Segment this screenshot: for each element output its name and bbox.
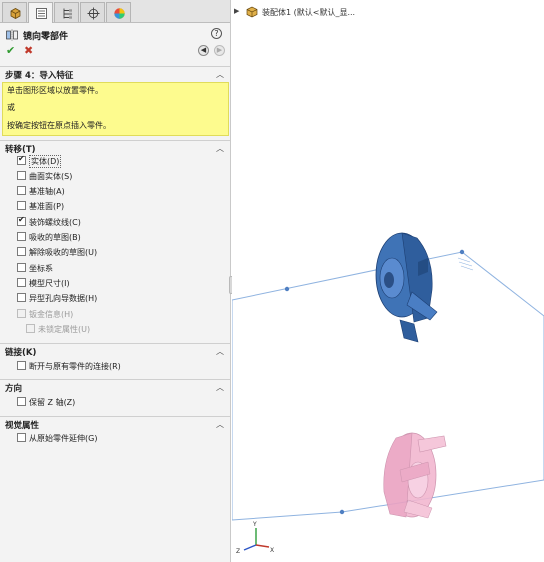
property-manager: 镜向零部件 ? ✔ ✖ ◀ ▶ 步骤 4：导入特征 ︿ 单击图形区域以放置零件。… xyxy=(0,0,231,562)
collapse-chevron-icon[interactable]: ︿ xyxy=(216,346,224,357)
visual-header-label: 视觉属性 xyxy=(5,421,40,431)
checkbox xyxy=(26,324,35,333)
checkbox[interactable] xyxy=(17,201,26,210)
model-viewport[interactable]: Y Z X xyxy=(232,0,544,562)
visual-section-header[interactable]: 视觉属性 ︿ xyxy=(0,416,230,431)
plane-handle[interactable] xyxy=(339,509,345,515)
option-label: 实体(D) xyxy=(29,155,62,168)
tab-feature-manager[interactable] xyxy=(2,2,27,22)
triad-y-label: Y xyxy=(252,521,257,528)
tab-dimxpert-manager[interactable] xyxy=(80,2,105,22)
checkbox[interactable] xyxy=(17,397,26,406)
link-section-header[interactable]: 链接(K) ︿ xyxy=(0,343,230,358)
manager-tabs xyxy=(0,0,230,23)
option-label: 吸收的草图(B) xyxy=(29,233,81,242)
checkbox[interactable] xyxy=(17,232,26,241)
option-label: 模型尺寸(I) xyxy=(29,279,70,288)
tab-configuration-manager[interactable] xyxy=(54,2,79,22)
checkbox[interactable] xyxy=(17,433,26,442)
collapse-chevron-icon[interactable]: ︿ xyxy=(216,382,224,393)
step4-header-label: 步骤 4：导入特征 xyxy=(5,71,74,81)
next-button[interactable]: ▶ xyxy=(214,45,225,56)
property-manager-title: 镜向零部件 xyxy=(6,28,226,42)
feature-tree-icon xyxy=(10,8,21,19)
option-label: 保留 Z 轴(Z) xyxy=(29,398,76,407)
option-label: 基准轴(A) xyxy=(29,187,65,196)
option-label: 解除吸收的草图(U) xyxy=(29,248,98,257)
step-message-box: 单击图形区域以放置零件。 或 按确定按钮在原点插入零件。 xyxy=(2,82,229,136)
collapse-chevron-icon[interactable]: ︿ xyxy=(216,69,224,80)
checkbox[interactable] xyxy=(17,171,26,180)
link-header-label: 链接(K) xyxy=(5,348,37,358)
help-icon[interactable]: ? xyxy=(211,28,222,39)
checkbox[interactable] xyxy=(17,186,26,195)
checkbox[interactable] xyxy=(17,154,26,165)
message-line-1: 单击图形区域以放置零件。 xyxy=(7,86,103,95)
option-label: 断开与原有零件的连接(R) xyxy=(29,362,121,371)
plane-handle[interactable] xyxy=(459,249,465,255)
coordinate-triad[interactable]: Y Z X xyxy=(236,521,274,555)
checkbox xyxy=(17,309,26,318)
checkbox[interactable] xyxy=(17,215,26,226)
graphics-area[interactable]: ▶ 装配体1 (默认<默认_显... Y Z X xyxy=(232,0,544,562)
collapse-chevron-icon[interactable]: ︿ xyxy=(216,143,224,154)
appearance-icon xyxy=(114,8,125,19)
option-label: 未锁定属性(U) xyxy=(38,325,91,334)
crosshair-icon xyxy=(87,7,100,20)
triad-x-label: X xyxy=(270,547,274,554)
option-label: 异型孔向导数据(H) xyxy=(29,294,98,303)
direction-header-label: 方向 xyxy=(5,384,23,394)
message-line-2: 或 xyxy=(7,103,15,112)
plane-handles[interactable] xyxy=(284,249,465,515)
ok-button[interactable]: ✔ xyxy=(6,44,15,57)
tab-property-manager[interactable] xyxy=(28,2,53,23)
back-button[interactable]: ◀ xyxy=(198,45,209,56)
title-label: 镜向零部件 xyxy=(23,32,69,42)
checkbox[interactable] xyxy=(17,247,26,256)
checkbox[interactable] xyxy=(17,278,26,287)
transfer-section-header[interactable]: 转移(T) ︿ xyxy=(0,140,230,155)
mirror-preview-component[interactable] xyxy=(383,432,447,519)
option-label: 装饰螺纹线(C) xyxy=(29,218,81,227)
tab-display-manager[interactable] xyxy=(106,2,131,22)
cancel-button[interactable]: ✖ xyxy=(24,44,33,57)
triad-z-label: Z xyxy=(236,548,240,555)
option-label: 坐标系 xyxy=(29,264,53,273)
mirror-component-icon xyxy=(6,29,18,41)
checkbox[interactable] xyxy=(17,263,26,272)
option-label: 曲面实体(S) xyxy=(29,172,73,181)
option-label: 基准面(P) xyxy=(29,202,65,211)
option-label: 钣金信息(H) xyxy=(29,310,74,319)
plane-handle[interactable] xyxy=(284,286,290,292)
original-component[interactable] xyxy=(375,232,438,343)
option-label: 从原始零件延伸(G) xyxy=(29,434,98,443)
collapse-chevron-icon[interactable]: ︿ xyxy=(216,419,224,430)
checkbox[interactable] xyxy=(17,361,26,370)
step4-section-header[interactable]: 步骤 4：导入特征 ︿ xyxy=(0,66,230,81)
configuration-icon xyxy=(63,8,72,19)
property-list-icon xyxy=(36,8,47,19)
message-line-3: 按确定按钮在原点插入零件。 xyxy=(7,121,111,130)
checkbox[interactable] xyxy=(17,293,26,302)
plane-corner-label xyxy=(457,257,474,271)
direction-section-header[interactable]: 方向 ︿ xyxy=(0,379,230,394)
